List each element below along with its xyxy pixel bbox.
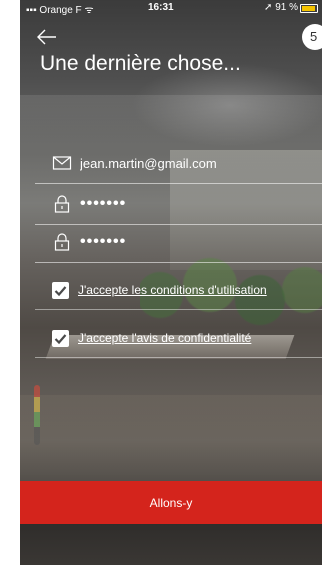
checkmark-icon (54, 286, 67, 297)
signal-icon: ▪▪▪ (26, 5, 37, 16)
password-confirm-field[interactable] (80, 230, 315, 254)
background-ceiling (20, 95, 322, 155)
background-lamp (34, 385, 40, 445)
page-title: Une dernière chose... (40, 52, 241, 75)
wifi-icon: ᯤ (84, 5, 94, 16)
submit-button[interactable]: Allons-y (20, 481, 322, 524)
bottom-strip (20, 524, 322, 565)
checkmark-icon (54, 334, 67, 345)
arrow-left-icon (37, 29, 56, 45)
privacy-row: J'accepte l'avis de confidentialité (35, 321, 322, 358)
password-field[interactable] (80, 192, 315, 216)
privacy-checkbox[interactable] (52, 330, 69, 347)
terms-link[interactable]: J'accepte les conditions d'utilisation (78, 283, 267, 297)
back-button[interactable] (34, 24, 60, 50)
status-bar: ▪▪▪ Orange F ᯤ 16:31 ➚ 91 % (20, 0, 322, 16)
terms-checkbox[interactable] (52, 282, 69, 299)
envelope-icon (52, 154, 72, 172)
password-confirm-row (35, 226, 322, 263)
status-carrier: ▪▪▪ Orange F ᯤ (26, 2, 94, 16)
phone-screen: ▪▪▪ Orange F ᯤ 16:31 ➚ 91 % 5 Une derniè… (20, 0, 322, 565)
status-time: 16:31 (148, 2, 174, 13)
location-icon: ➚ (264, 2, 273, 13)
email-row (35, 147, 322, 184)
terms-row: J'accepte les conditions d'utilisation (35, 273, 322, 310)
lock-icon (52, 233, 72, 251)
background-floor (20, 395, 322, 475)
password-row (35, 188, 322, 225)
status-battery-text: ➚ 91 % (264, 2, 298, 13)
step-badge: 5 (302, 24, 322, 50)
email-field[interactable] (80, 151, 315, 175)
battery-icon (300, 4, 318, 13)
lock-icon (52, 195, 72, 213)
carrier-name: Orange F (39, 5, 82, 16)
battery-fill (302, 6, 315, 11)
privacy-link[interactable]: J'accepte l'avis de confidentialité (78, 331, 251, 345)
battery-percent: 91 % (275, 2, 298, 13)
